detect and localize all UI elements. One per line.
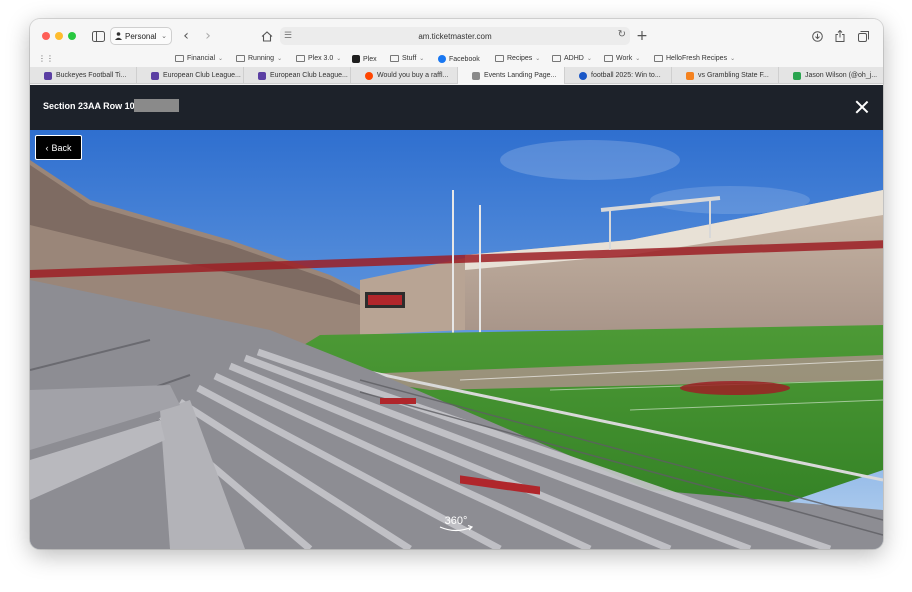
chevron-down-icon: ⌄ (635, 56, 641, 62)
chevron-down-icon: ⌄ (336, 56, 342, 62)
page-content: Section 23AA Row 10 ‹ Back 360° (30, 85, 883, 549)
redacted-block (134, 99, 179, 112)
chevron-down-icon: ⌄ (535, 56, 541, 62)
bookmark-facebook[interactable]: Facebook (438, 55, 480, 63)
tab-label: European Club League... (270, 72, 348, 79)
bookmark-stuff[interactable]: Stuff ⌄ (390, 55, 424, 62)
tab-raffle[interactable]: Would you buy a raffl... (351, 67, 458, 84)
address-bar[interactable]: ☰ am.ticketmaster.com ↻ (280, 27, 630, 45)
tab-label: Would you buy a raffl... (377, 72, 449, 79)
downloads-icon[interactable] (810, 27, 824, 45)
chevron-down-icon: ⌄ (218, 56, 224, 62)
seat-view-360[interactable]: ‹ Back 360° (30, 130, 883, 549)
url-text: am.ticketmaster.com (418, 31, 492, 41)
rotate-360-label: 360° (444, 515, 468, 527)
close-window-button[interactable] (42, 32, 50, 40)
share-icon[interactable] (833, 27, 847, 45)
profile-label: Personal (125, 31, 157, 41)
rotate-360-control[interactable]: 360° (438, 515, 474, 537)
tab-favicon-icon (686, 71, 694, 80)
bookmark-label: Running (248, 55, 275, 62)
chevron-down-icon: ⌄ (277, 56, 283, 62)
stadium-panorama (30, 130, 883, 549)
back-button[interactable]: ‹ Back (35, 135, 82, 160)
tab-european-club-league-1[interactable]: European Club League... (137, 67, 244, 84)
bookmark-running[interactable]: Running ⌄ (236, 55, 282, 62)
tab-label: Buckeyes Football Ti... (56, 72, 127, 79)
bookmark-label: Stuff (402, 55, 417, 62)
folder-icon (390, 55, 399, 62)
bookmark-label: Facebook (449, 55, 480, 63)
bookmark-label: Plex (363, 55, 377, 63)
folder-icon (236, 55, 245, 62)
chevron-down-icon: ⌄ (161, 33, 167, 40)
folder-icon (552, 55, 561, 62)
sidebar-icon[interactable] (90, 27, 106, 45)
tab-label: Events Landing Page... (484, 72, 557, 79)
facebook-icon (438, 55, 446, 63)
bookmark-label: Plex 3.0 (308, 55, 334, 62)
tab-bar: Buckeyes Football Ti... European Club Le… (30, 67, 883, 84)
tab-label: vs Grambling State F... (698, 72, 769, 79)
bookmark-work[interactable]: Work ⌄ (604, 55, 640, 62)
new-tab-icon[interactable]: + (636, 27, 648, 45)
seat-view-header: Section 23AA Row 10 (30, 85, 883, 130)
tab-label: European Club League... (163, 72, 241, 79)
tab-football-2025[interactable]: football 2025: Win to... (565, 67, 672, 84)
tab-favicon-icon (472, 71, 480, 80)
folder-icon (654, 55, 663, 62)
folder-icon (296, 55, 305, 62)
profile-selector[interactable]: Personal ⌄ (110, 27, 172, 45)
bookmark-recipes[interactable]: Recipes ⌄ (495, 55, 540, 62)
browser-window: Personal ⌄ ‹ › ☰ am.ticketmaster.com ↻ +… (30, 19, 883, 549)
tab-favicon-icon (258, 71, 266, 80)
bookmark-hellofresh[interactable]: HelloFresh Recipes ⌄ (654, 55, 735, 62)
bookmark-plex-3[interactable]: Plex 3.0 ⌄ (296, 55, 341, 62)
back-label: Back (51, 142, 72, 153)
minimize-window-button[interactable] (55, 32, 63, 40)
reload-icon[interactable]: ↻ (618, 29, 626, 40)
bookmark-label: ADHD (564, 55, 584, 62)
tab-label: football 2025: Win to... (591, 72, 661, 79)
tab-events-landing-page[interactable]: Events Landing Page... (458, 67, 565, 84)
page-menu-icon[interactable]: ☰ (284, 30, 292, 41)
person-icon (115, 32, 122, 40)
bookmark-plex[interactable]: Plex (352, 55, 377, 63)
tab-buckeyes-football[interactable]: Buckeyes Football Ti... (30, 67, 137, 84)
tab-favicon-icon (44, 71, 52, 80)
bookmark-label: Financial (187, 55, 216, 62)
home-icon[interactable] (259, 27, 275, 45)
browser-toolbar: Personal ⌄ ‹ › ☰ am.ticketmaster.com ↻ + (30, 19, 883, 53)
close-icon[interactable] (855, 100, 869, 114)
folder-icon (604, 55, 613, 62)
section-row-title: Section 23AA Row 10 (43, 101, 135, 111)
tab-grambling-state[interactable]: vs Grambling State F... (672, 67, 779, 84)
grid-icon[interactable]: ⋮⋮ (38, 51, 54, 65)
forward-nav-icon[interactable]: › (202, 27, 214, 45)
folder-icon (175, 55, 184, 62)
tab-favicon-icon (365, 71, 373, 80)
chevron-down-icon: ⌄ (586, 56, 592, 62)
tab-favicon-icon (579, 71, 587, 80)
bookmark-label: Work (616, 55, 633, 62)
back-nav-icon[interactable]: ‹ (180, 27, 192, 45)
tab-jason-wilson[interactable]: Jason Wilson (@oh_j... (779, 67, 883, 84)
tab-favicon-icon (151, 71, 159, 80)
plex-icon (352, 55, 360, 63)
chevron-left-icon: ‹ (45, 142, 49, 153)
tab-label: Jason Wilson (@oh_j... (805, 72, 878, 79)
bookmark-financial[interactable]: Financial ⌄ (175, 55, 223, 62)
tab-overview-icon[interactable] (856, 27, 870, 45)
folder-icon (495, 55, 504, 62)
bookmarks-bar: ⋮⋮ Financial ⌄ Running ⌄ Plex 3.0 ⌄ Plex… (30, 53, 883, 67)
chevron-down-icon: ⌄ (730, 56, 736, 62)
tab-favicon-icon (793, 71, 801, 80)
zoom-window-button[interactable] (68, 32, 76, 40)
chevron-down-icon: ⌄ (419, 56, 425, 62)
bookmark-label: Recipes (507, 55, 533, 62)
bookmark-adhd[interactable]: ADHD ⌄ (552, 55, 592, 62)
bookmark-label: HelloFresh Recipes (666, 55, 728, 62)
tab-european-club-league-2[interactable]: European Club League... (244, 67, 351, 84)
